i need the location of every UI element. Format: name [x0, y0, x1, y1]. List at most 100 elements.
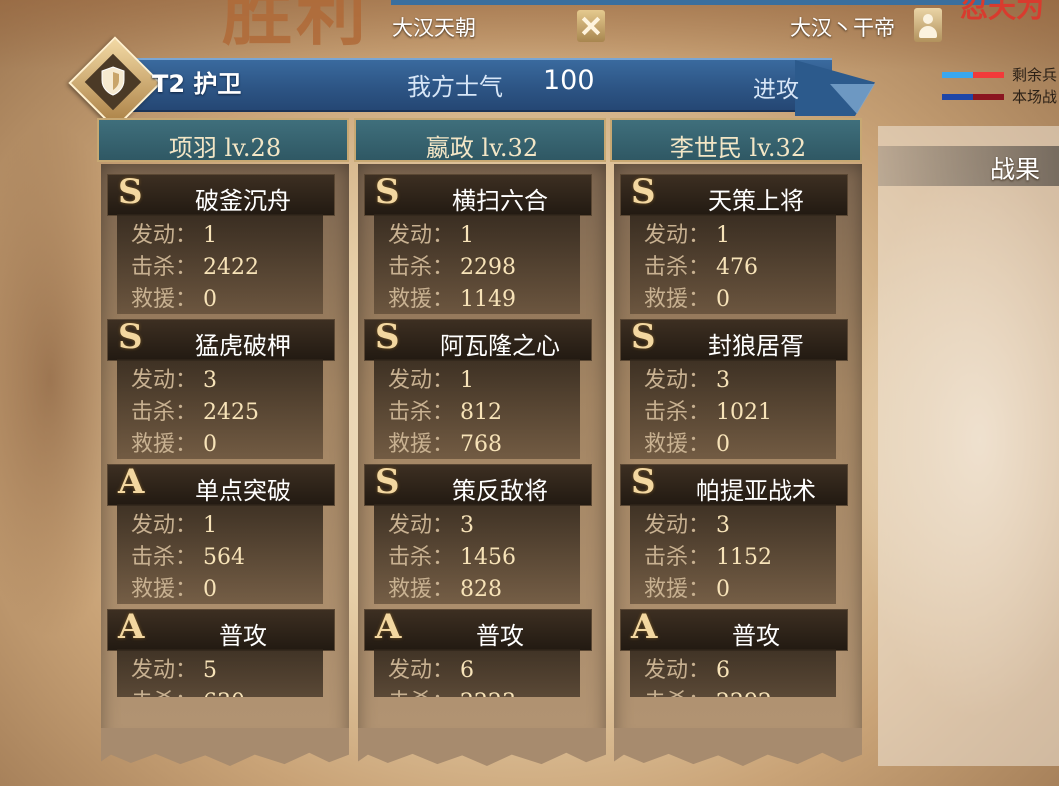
stat-trigger-value: 1 [203, 513, 218, 538]
skill-bar[interactable]: S 破釜沉舟 [107, 172, 335, 216]
skill-name: 普攻 [732, 622, 780, 650]
stat-trigger-label: 发动： [131, 368, 198, 393]
skill-rank: S [118, 172, 143, 212]
skill-card: S 阿瓦隆之心 发动： 1 击杀： 812 救援： 768 [364, 317, 592, 459]
skill-bar[interactable]: S 策反敌将 [364, 462, 592, 506]
skill-rank: S [375, 172, 400, 212]
stat-rescue-label: 救援： [131, 287, 198, 312]
stat-kill: 击杀： 2223 [388, 684, 516, 697]
stat-trigger-label: 发动： [644, 658, 711, 683]
stat-trigger-value: 3 [716, 513, 731, 538]
skill-bar[interactable]: S 天策上将 [620, 172, 848, 216]
skill-name: 帕提亚战术 [696, 477, 816, 505]
stat-kill-label: 击杀： [388, 400, 455, 425]
skill-rank: A [375, 609, 402, 647]
general-name: 嬴政 lv.32 [425, 134, 539, 162]
general-column: 李世民 lv.32 S 天策上将 发动： 1 击杀： 476 救援： 0 S 封狼居胥 发动： 3 击杀：… [610, 118, 866, 768]
skill-name: 破釜沉舟 [195, 187, 291, 215]
stat-kill: 击杀： 564 [131, 539, 245, 570]
stat-trigger: 发动： 1 [131, 217, 217, 248]
stat-rescue: 救援： 0 [644, 281, 731, 312]
stat-rescue-label: 救援： [131, 432, 198, 457]
skill-name: 猛虎破柙 [195, 332, 291, 360]
stat-kill-value: 476 [716, 255, 759, 280]
stat-trigger: 发动： 1 [131, 507, 218, 538]
legend-remaining-label: 剩余兵 [1012, 66, 1058, 84]
stat-kill-value: 1152 [716, 545, 773, 570]
stat-trigger-label: 发动： [388, 513, 455, 538]
skill-name: 单点突破 [195, 477, 291, 505]
skill-name: 阿瓦隆之心 [440, 332, 560, 360]
skill-name: 天策上将 [708, 187, 804, 215]
morale-label: 我方士气 [407, 73, 503, 101]
stat-rescue-value: 1149 [460, 287, 517, 312]
skill-card: S 破釜沉舟 发动： 1 击杀： 2422 救援： 0 [107, 172, 335, 314]
stat-kill: 击杀： 476 [644, 249, 759, 280]
stat-kill-label: 击杀： [388, 255, 455, 280]
skill-bar[interactable]: A 单点突破 [107, 462, 335, 506]
stat-kill: 击杀： 2422 [131, 249, 259, 280]
results-title: 战果 [990, 155, 1041, 184]
stat-kill-label: 击杀： [131, 400, 198, 425]
skill-bar[interactable]: A 普攻 [620, 609, 848, 651]
stat-kill-value: 2425 [203, 400, 260, 425]
results-panel [878, 126, 1059, 766]
general-header[interactable]: 嬴政 lv.32 [354, 118, 606, 162]
stat-trigger: 发动： 3 [644, 362, 730, 393]
stat-kill-value: 1021 [716, 400, 773, 425]
stat-rescue: 救援： 828 [388, 571, 502, 602]
stat-kill-label: 击杀： [388, 545, 455, 570]
stat-kill-label: 击杀： [131, 545, 198, 570]
stat-trigger-value: 6 [460, 658, 475, 683]
tier-label: T2 护卫 [152, 70, 242, 98]
skill-bar[interactable]: S 阿瓦隆之心 [364, 317, 592, 361]
stat-rescue: 救援： 0 [131, 281, 218, 312]
stat-trigger: 发动： 5 [131, 652, 217, 683]
stat-trigger: 发动： 1 [388, 217, 474, 248]
skill-bar[interactable]: A 普攻 [364, 609, 592, 651]
stat-rescue: 救援： 0 [131, 426, 217, 457]
skill-bar[interactable]: S 帕提亚战术 [620, 462, 848, 506]
stat-kill-label: 击杀： [644, 545, 711, 570]
stat-rescue-label: 救援： [131, 577, 198, 602]
stat-kill-value: 2292 [716, 690, 772, 697]
skill-card: S 横扫六合 发动： 1 击杀： 2298 救援： 1149 [364, 172, 592, 314]
stat-rescue-value: 0 [203, 577, 218, 602]
general-header[interactable]: 项羽 lv.28 [97, 118, 349, 162]
skill-bar[interactable]: S 封狼居胥 [620, 317, 848, 361]
skill-rank: S [375, 317, 400, 357]
stat-rescue-value: 0 [203, 287, 218, 312]
stat-kill-value: 2223 [460, 690, 516, 697]
skill-card: A普攻发动：6击杀：2292救援： [620, 609, 848, 697]
skill-card: A 单点突破 发动： 1 击杀： 564 救援： 0 [107, 462, 335, 604]
column-torn-edge [358, 728, 606, 766]
skill-bar[interactable]: S 横扫六合 [364, 172, 592, 216]
stat-kill: 击杀： 1152 [644, 539, 773, 570]
legend-this-battle-label: 本场战 [1012, 88, 1058, 106]
stat-rescue-value: 768 [460, 432, 503, 457]
stat-kill: 击杀： 2298 [388, 249, 516, 280]
skill-bar[interactable]: S 猛虎破柙 [107, 317, 335, 361]
stat-kill-label: 击杀： [131, 690, 197, 697]
stat-trigger-label: 发动： [644, 513, 711, 538]
general-header[interactable]: 李世民 lv.32 [610, 118, 862, 162]
skill-name: 策反敌将 [452, 477, 548, 505]
stat-kill: 击杀： 1456 [388, 539, 516, 570]
legend-this-battle-swatch [942, 94, 1004, 100]
stat-rescue: 救援： 0 [644, 426, 731, 457]
stat-rescue-value: 0 [716, 432, 731, 457]
skill-card: S 猛虎破柙 发动： 3 击杀： 2425 救援： 0 [107, 317, 335, 459]
skill-rank: S [631, 317, 656, 357]
victory-title: 胜利 [222, 0, 370, 55]
stat-trigger: 发动： 3 [644, 507, 731, 538]
stat-rescue-value: 0 [716, 287, 731, 312]
skill-name: 普攻 [476, 622, 524, 650]
corner-red-text: 忍天为 [960, 0, 1045, 24]
shield-icon [101, 66, 125, 96]
skill-bar[interactable]: A 普攻 [107, 609, 335, 651]
morale-value: 100 [543, 65, 595, 96]
skill-card: A普攻发动：5击杀：630救援： [107, 609, 335, 697]
stat-kill-value: 630 [203, 690, 245, 697]
stat-trigger: 发动： 3 [388, 507, 474, 538]
player-portrait-icon[interactable] [914, 8, 942, 42]
